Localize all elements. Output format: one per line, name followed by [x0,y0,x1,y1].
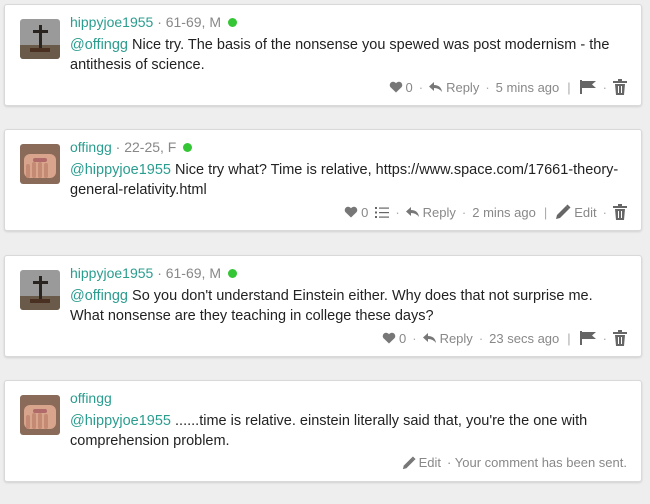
comment-card: hippyjoe1955 · 61-69, M @offingg So you … [4,255,642,357]
heart-icon[interactable] [344,206,358,218]
comment-actions: Edit · Your comment has been sent. [402,455,627,470]
separator: · [485,79,490,95]
mention-link[interactable]: @hippyjoe1955 [70,413,171,429]
avatar[interactable] [20,395,60,435]
user-meta: · 61-69, M [157,14,221,30]
edit-button[interactable]: Edit [574,205,596,220]
user-meta: · 61-69, M [157,265,221,281]
timestamp: 23 secs ago [489,330,560,346]
separator: · [602,204,607,220]
comment-actions: 0 · Reply · 5 mins ago | · [389,79,627,95]
separator: · [602,79,607,95]
username-link[interactable]: hippyjoe1955 [70,265,153,281]
comment-text: @hippyjoe1955 ......time is relative. ei… [70,411,630,451]
username-link[interactable]: offingg [70,390,112,406]
sent-status: · Your comment has been sent. [447,455,627,470]
separator: · [418,79,424,95]
avatar[interactable] [20,144,60,184]
online-status-icon [227,18,237,27]
reply-icon[interactable] [405,206,420,218]
separator: · [395,204,400,220]
comment-body: So you don't understand Einstein either.… [70,288,593,324]
divider: | [567,330,571,346]
mention-link[interactable]: @offingg [70,37,128,53]
separator: · [602,330,607,346]
pencil-icon[interactable] [402,455,416,470]
comment-card: hippyjoe1955 · 61-69, M @offingg Nice tr… [4,4,642,106]
like-count: 0 [361,204,369,220]
online-status-icon [227,269,237,278]
separator: · [461,204,467,220]
flag-icon[interactable] [579,80,597,94]
comment-text: @offingg Nice try. The basis of the nons… [70,35,630,75]
timestamp: 5 mins ago [495,79,560,95]
flag-icon[interactable] [579,331,597,345]
reply-button[interactable]: Reply [440,331,473,346]
comment-card: offingg · 22-25, F @hippyjoe1955 Nice tr… [4,129,642,231]
trash-icon[interactable] [613,79,627,95]
reply-button[interactable]: Reply [446,80,479,95]
like-count: 0 [398,330,407,346]
comment-actions: 0 · Reply · 2 mins ago | Edit · [344,204,627,220]
edit-button[interactable]: Edit [419,455,441,470]
comment-body: Nice try. The basis of the nonsense you … [70,37,610,73]
user-meta: · 22-25, F [115,139,177,155]
comment-card: offingg @hippyjoe1955 ......time is rela… [4,380,642,482]
trash-icon[interactable] [613,204,627,220]
trash-icon[interactable] [613,330,627,346]
heart-icon[interactable] [382,332,396,344]
username-link[interactable]: hippyjoe1955 [70,14,153,30]
avatar[interactable] [20,19,60,59]
comment-actions: 0 · Reply · 23 secs ago | · [382,330,627,346]
timestamp: 2 mins ago [472,204,536,220]
heart-icon[interactable] [389,81,403,93]
divider: | [567,79,571,95]
reply-button[interactable]: Reply [423,205,456,220]
comment-header: hippyjoe1955 · 61-69, M [70,265,237,281]
comment-header: offingg · 22-25, F [70,139,193,155]
separator: · [478,330,484,346]
mention-link[interactable]: @offingg [70,288,128,304]
comment-header: hippyjoe1955 · 61-69, M [70,14,237,30]
comment-header: offingg [70,390,112,406]
avatar[interactable] [20,270,60,310]
divider: | [543,204,548,220]
reply-icon[interactable] [422,332,437,344]
online-status-icon [183,143,193,152]
mention-link[interactable]: @hippyjoe1955 [70,162,171,178]
reply-icon[interactable] [429,81,443,93]
username-link[interactable]: offingg [70,139,112,155]
like-count: 0 [405,79,413,95]
comment-text: @offingg So you don't understand Einstei… [70,286,630,326]
comment-text: @hippyjoe1955 Nice try what? Time is rel… [70,160,630,200]
pencil-icon[interactable] [555,204,571,220]
separator: · [412,330,417,346]
list-icon[interactable] [375,206,390,219]
